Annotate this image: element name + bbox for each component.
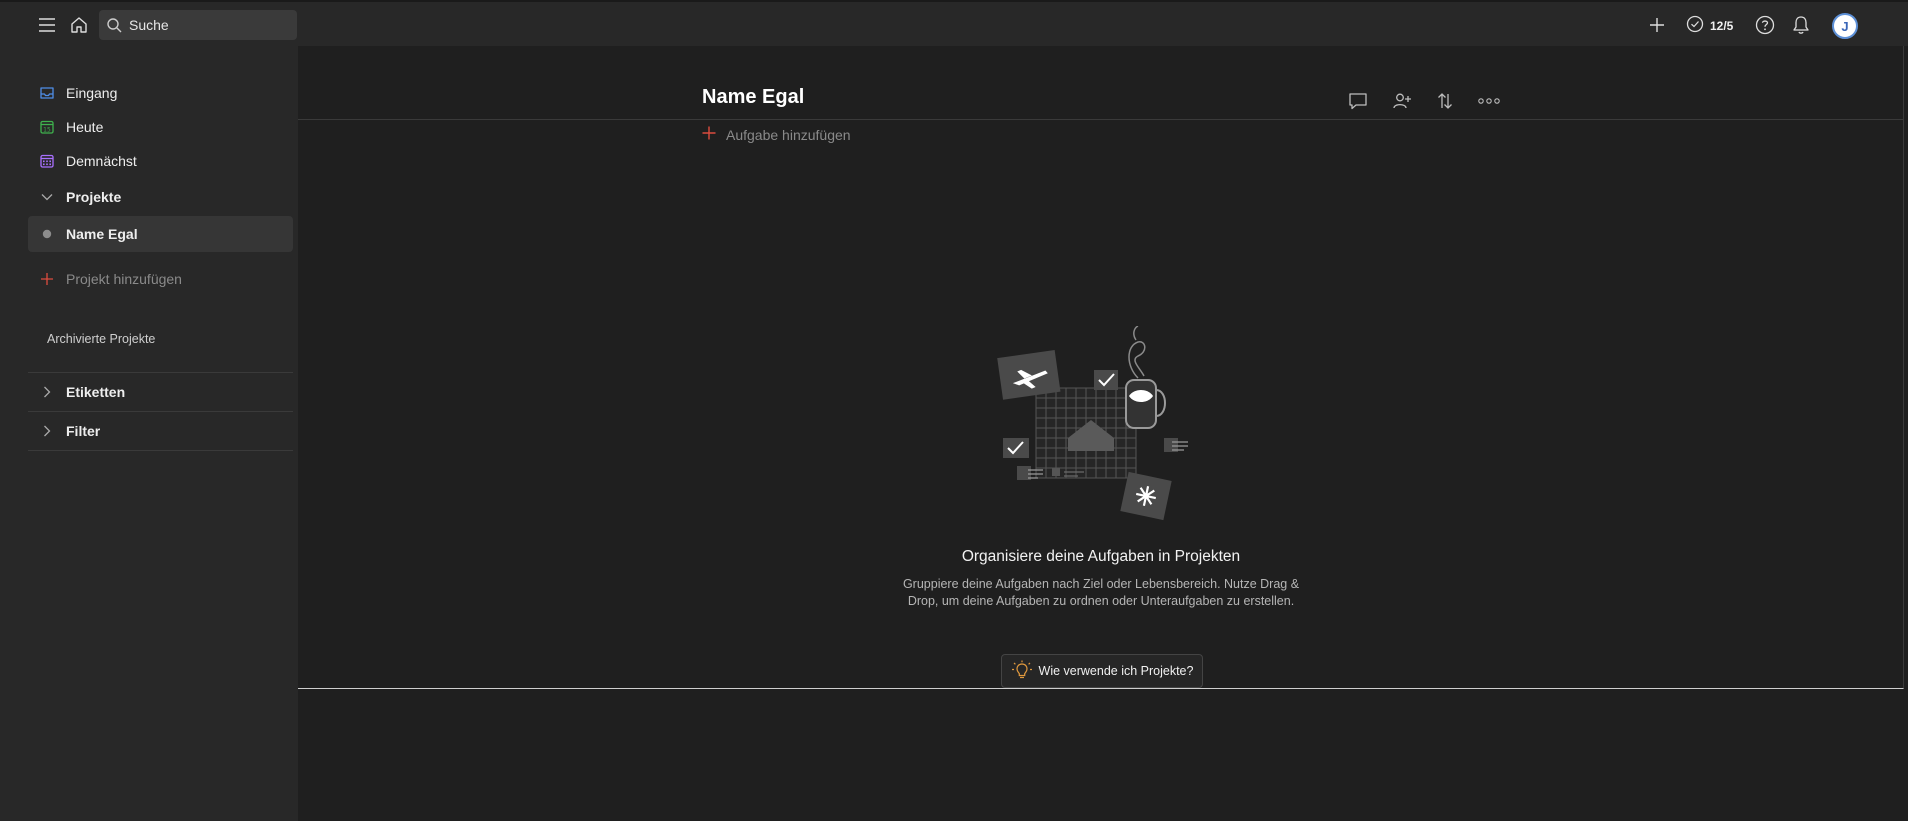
calendar-today-icon: 15 [28,119,66,135]
help-icon[interactable] [1752,12,1778,38]
main-content: Name Egal Aufgabe hinzufügen Organisiere… [298,46,1908,821]
sidebar-item-today[interactable]: 15 Heute [28,110,293,144]
inbox-icon [28,85,66,101]
avatar[interactable]: J [1832,13,1858,39]
divider [28,372,293,373]
comment-icon[interactable] [1345,88,1371,114]
add-project-label: Projekt hinzufügen [66,271,182,287]
sidebar-item-filters[interactable]: Filter [28,414,293,448]
svg-text:15: 15 [43,126,51,133]
chevron-right-icon [28,425,66,437]
sidebar-item-inbox[interactable]: Eingang [28,76,293,110]
more-icon[interactable] [1476,88,1502,114]
project-view: Name Egal Aufgabe hinzufügen Organisiere… [298,46,1904,689]
karma-count: 12/5 [1710,18,1734,33]
sidebar-item-label: Filter [66,423,101,439]
project-dot-icon [28,229,66,239]
divider [28,411,293,412]
search-icon [99,17,129,33]
sidebar-item-label: Name Egal [66,226,138,242]
projects-header[interactable]: Projekte [28,180,293,214]
sidebar-item-labels[interactable]: Etiketten [28,375,293,409]
search-input[interactable]: Suche [99,10,297,40]
divider [28,450,293,451]
archived-projects-link[interactable]: Archivierte Projekte [47,332,155,346]
search-placeholder: Suche [129,17,169,33]
top-bar: Suche 12/5 J [0,0,1908,46]
empty-state-illustration [988,325,1208,541]
sidebar-item-label: Etiketten [66,384,126,400]
plus-icon [28,272,66,286]
add-icon[interactable] [1644,12,1670,38]
sidebar: Eingang 15 Heute Demnächst Projekte Name… [0,46,298,821]
add-task-button[interactable]: Aufgabe hinzufügen [702,126,851,143]
help-projects-label: Wie verwende ich Projekte? [1038,664,1194,678]
sidebar-item-label: Demnächst [66,153,137,169]
avatar-initial: J [1841,18,1849,34]
sidebar-item-label: Heute [66,119,104,135]
add-task-label: Aufgabe hinzufügen [726,126,851,143]
menu-icon[interactable] [34,12,60,38]
projects-header-label: Projekte [66,189,122,205]
plus-icon [702,126,716,143]
bell-icon[interactable] [1788,12,1814,38]
share-icon[interactable] [1389,88,1415,114]
sidebar-item-upcoming[interactable]: Demnächst [28,144,293,178]
sidebar-item-label: Eingang [66,85,118,101]
productivity-button[interactable]: 12/5 [1686,15,1733,36]
divider [298,119,1904,120]
sort-icon[interactable] [1432,88,1458,114]
calendar-grid-icon [28,153,66,169]
empty-state-description: Gruppiere deine Aufgaben nach Ziel oder … [902,577,1300,608]
chevron-down-icon [28,193,66,201]
empty-state-title: Organisiere deine Aufgaben in Projekten [961,548,1241,565]
sidebar-item-project[interactable]: Name Egal [28,216,293,252]
chevron-right-icon [28,386,66,398]
check-circle-icon [1686,15,1704,36]
add-project-button[interactable]: Projekt hinzufügen [28,262,293,296]
help-projects-button[interactable]: Wie verwende ich Projekte? [1001,654,1203,688]
page-title: Name Egal [702,86,805,108]
home-icon[interactable] [66,12,92,38]
lightbulb-icon [1011,660,1033,683]
